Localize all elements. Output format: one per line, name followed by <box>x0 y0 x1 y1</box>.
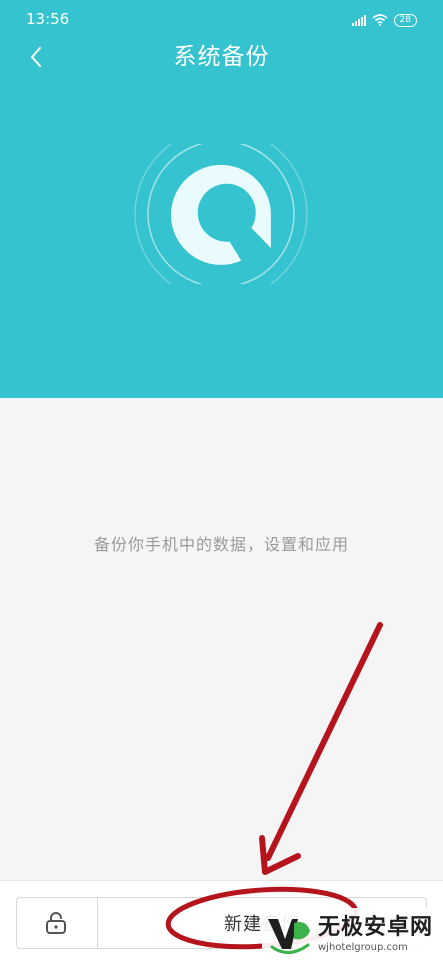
status-time: 13:56 <box>26 10 70 28</box>
watermark-url: wjhotelgroup.com <box>318 941 408 953</box>
lock-button[interactable] <box>16 897 98 949</box>
watermark-logo-icon <box>268 919 310 954</box>
description-text: 备份你手机中的数据，设置和应用 <box>93 535 349 554</box>
page-title: 系统备份 <box>173 44 270 70</box>
status-bar: 13:56 28 <box>0 0 443 40</box>
status-icons: 28 <box>351 12 417 28</box>
watermark-brand: 无极安卓网 <box>318 914 434 940</box>
unlock-icon <box>46 912 66 934</box>
battery-icon: 28 <box>393 13 417 27</box>
header: 13:56 28 系统备份 <box>0 0 443 398</box>
wifi-icon <box>372 14 388 26</box>
watermark-text: 无极安卓网 wjhotelgroup.com <box>318 915 433 954</box>
content-area: 备份你手机中的数据，设置和应用 <box>0 398 443 880</box>
signal-icon <box>351 14 366 26</box>
backup-logo-icon <box>134 144 308 284</box>
watermark: 无极安卓网 wjhotelgroup.com <box>262 908 443 960</box>
